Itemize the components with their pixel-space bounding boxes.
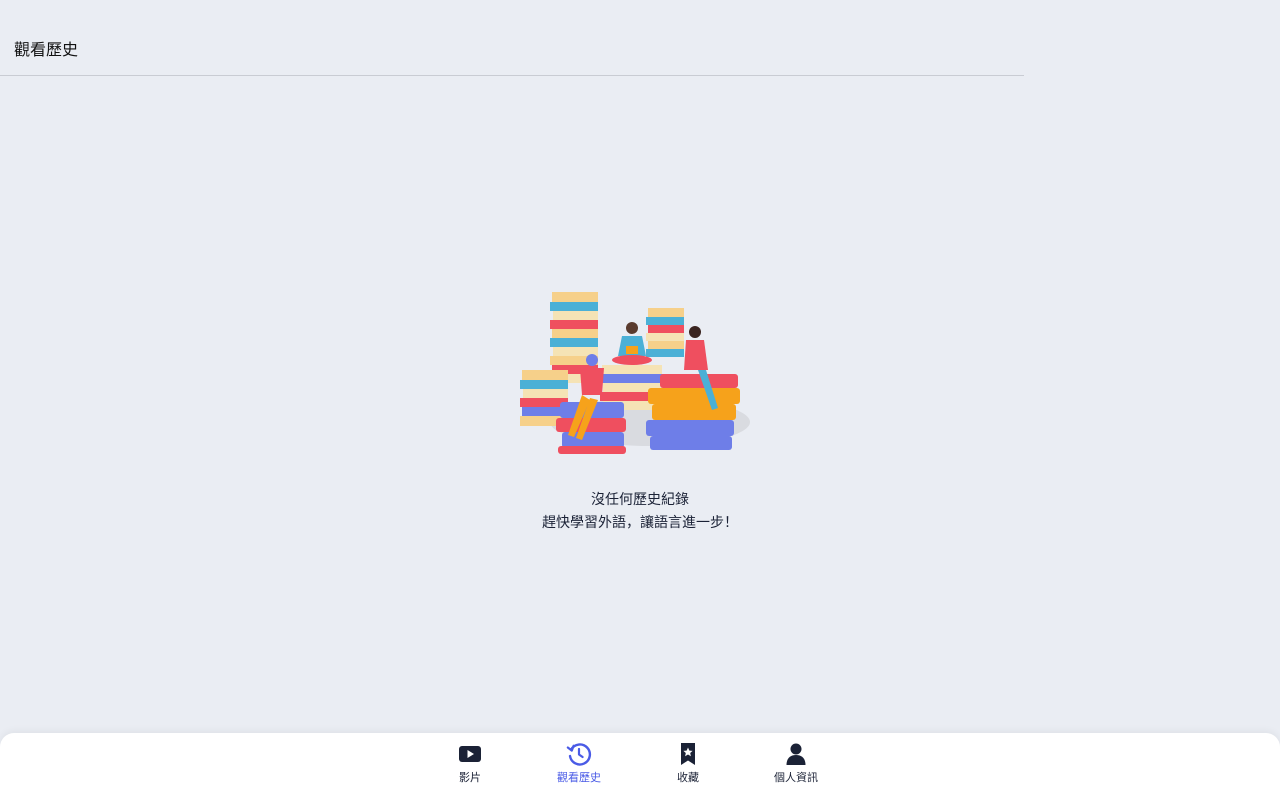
history-icon bbox=[566, 743, 592, 766]
bookmark-star-icon bbox=[681, 743, 695, 765]
tab-profile-label: 個人資訊 bbox=[774, 771, 818, 784]
bottom-tab-bar: 影片 觀看歷史 收藏 個人資訊 bbox=[0, 733, 1280, 800]
tab-videos[interactable]: 影片 bbox=[420, 741, 520, 793]
empty-state: 沒任何歷史紀錄 趕快學習外語，讓語言進一步！ bbox=[0, 270, 1280, 535]
tab-profile[interactable]: 個人資訊 bbox=[746, 741, 846, 793]
empty-message: 沒任何歷史紀錄 趕快學習外語，讓語言進一步！ bbox=[0, 489, 1280, 535]
play-video-icon bbox=[459, 746, 481, 762]
empty-subtitle: 趕快學習外語，讓語言進一步！ bbox=[542, 515, 738, 531]
user-icon bbox=[786, 743, 806, 765]
page-title: 觀看歷史 bbox=[14, 40, 79, 59]
header: 觀看歷史 bbox=[0, 0, 1024, 76]
reading-books-illustration bbox=[520, 292, 750, 454]
tab-history-label: 觀看歷史 bbox=[557, 771, 601, 784]
tab-history[interactable]: 觀看歷史 bbox=[529, 741, 629, 793]
tab-favorites[interactable]: 收藏 bbox=[638, 741, 738, 793]
tab-favorites-label: 收藏 bbox=[677, 771, 699, 784]
tab-videos-label: 影片 bbox=[459, 771, 481, 784]
empty-title: 沒任何歷史紀錄 bbox=[591, 492, 689, 508]
